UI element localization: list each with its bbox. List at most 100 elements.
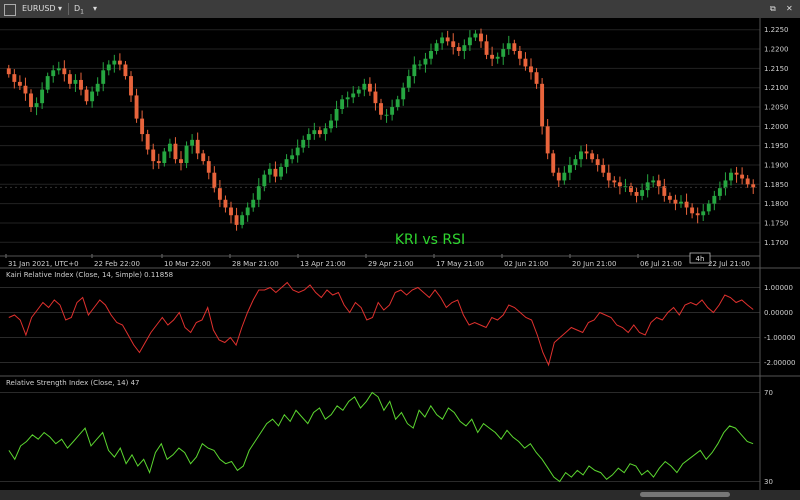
candle-body[interactable] — [573, 159, 578, 165]
candle-body[interactable] — [429, 50, 433, 59]
candle-body[interactable] — [667, 195, 672, 200]
candle-body[interactable] — [301, 139, 306, 148]
candle-body[interactable] — [612, 180, 617, 183]
candle-body[interactable] — [634, 192, 639, 196]
symbol-selector[interactable]: EURUSD — [22, 2, 56, 16]
candle-body[interactable] — [367, 83, 372, 92]
candle-body[interactable] — [340, 99, 345, 109]
candle-body[interactable] — [279, 166, 283, 177]
candle-body[interactable] — [567, 164, 572, 173]
candle-body[interactable] — [545, 126, 550, 154]
candle-body[interactable] — [401, 87, 406, 100]
candle-body[interactable] — [706, 203, 711, 212]
candle-body[interactable] — [190, 139, 195, 146]
candle-body[interactable] — [256, 186, 261, 200]
candle-body[interactable] — [17, 81, 22, 86]
candle-body[interactable] — [417, 64, 422, 66]
candle-body[interactable] — [729, 172, 733, 181]
candle-body[interactable] — [745, 178, 750, 185]
candle-body[interactable] — [467, 37, 472, 46]
candle-body[interactable] — [229, 207, 233, 216]
candle-body[interactable] — [617, 182, 622, 187]
candle-body[interactable] — [267, 168, 272, 175]
candle-body[interactable] — [695, 213, 700, 216]
candle-body[interactable] — [251, 199, 256, 208]
chart-area[interactable]: 1.2250 1.2200 1.2150 1.2100 1.2050 1.2000 1.19… — [0, 18, 800, 492]
candle-body[interactable] — [740, 174, 745, 179]
candle-body[interactable] — [484, 41, 489, 55]
candle-body[interactable] — [329, 120, 333, 129]
candle-body[interactable] — [362, 83, 367, 90]
candle-body[interactable] — [90, 91, 95, 102]
candle-body[interactable] — [56, 68, 61, 71]
candle-body[interactable] — [412, 64, 417, 77]
candle-body[interactable] — [240, 215, 245, 225]
candle-body[interactable] — [145, 134, 150, 150]
candle-body[interactable] — [523, 58, 528, 67]
candle-body[interactable] — [717, 188, 722, 196]
candle-body[interactable] — [84, 89, 89, 102]
scrollbar-thumb[interactable] — [640, 492, 730, 497]
candle-body[interactable] — [512, 43, 517, 51]
candle-body[interactable] — [167, 143, 172, 152]
timeframe-selector[interactable]: D1 — [74, 2, 84, 16]
candle-body[interactable] — [195, 139, 200, 154]
candle-body[interactable] — [29, 93, 33, 108]
candle-body[interactable] — [67, 74, 72, 84]
candle-body[interactable] — [379, 103, 383, 115]
candle-body[interactable] — [434, 43, 439, 51]
close-icon[interactable]: ✕ — [786, 2, 793, 16]
candle-body[interactable] — [34, 103, 39, 108]
candle-body[interactable] — [423, 58, 428, 65]
candle-body[interactable] — [579, 151, 583, 160]
candle-body[interactable] — [490, 54, 495, 59]
candle-body[interactable] — [445, 37, 450, 42]
candle-body[interactable] — [129, 76, 133, 96]
candle-body[interactable] — [306, 134, 311, 140]
candle-body[interactable] — [645, 182, 650, 191]
candle-body[interactable] — [540, 83, 545, 127]
candle-body[interactable] — [223, 199, 228, 208]
candle-body[interactable] — [529, 66, 533, 73]
candle-body[interactable] — [212, 172, 217, 189]
candle-body[interactable] — [40, 89, 45, 104]
candle-body[interactable] — [684, 201, 689, 208]
candle-body[interactable] — [590, 153, 595, 160]
candle-body[interactable] — [656, 180, 661, 187]
chart-canvas[interactable]: 1.2250 1.2200 1.2150 1.2100 1.2050 1.2000 1.19… — [0, 18, 800, 492]
candle-body[interactable] — [640, 190, 645, 196]
candle-body[interactable] — [534, 72, 539, 84]
candle-body[interactable] — [440, 37, 445, 44]
candle-body[interactable] — [345, 97, 350, 100]
candle-body[interactable] — [462, 45, 467, 51]
candle-body[interactable] — [701, 211, 706, 216]
candle-body[interactable] — [712, 195, 717, 204]
chevron-down-icon[interactable]: ▾ — [93, 2, 97, 16]
candle-body[interactable] — [384, 114, 389, 116]
candle-body[interactable] — [556, 172, 561, 181]
candle-body[interactable] — [6, 68, 11, 75]
candle-body[interactable] — [473, 33, 478, 38]
candle-body[interactable] — [101, 70, 106, 84]
chevron-down-icon[interactable]: ▾ — [58, 2, 62, 16]
candle-body[interactable] — [290, 155, 295, 160]
candle-body[interactable] — [73, 79, 78, 84]
candle-body[interactable] — [173, 143, 178, 160]
candle-body[interactable] — [201, 153, 206, 162]
candle-body[interactable] — [62, 68, 67, 75]
candle-body[interactable] — [134, 95, 139, 119]
candle-body[interactable] — [373, 91, 378, 104]
candle-body[interactable] — [217, 188, 222, 200]
candle-body[interactable] — [179, 159, 183, 164]
candle-body[interactable] — [162, 151, 167, 164]
candle-body[interactable] — [234, 215, 239, 225]
candle-body[interactable] — [151, 149, 156, 162]
candle-body[interactable] — [334, 108, 339, 121]
candle-body[interactable] — [606, 172, 611, 181]
candle-body[interactable] — [262, 174, 267, 187]
candle-body[interactable] — [584, 151, 589, 154]
candle-body[interactable] — [112, 60, 117, 65]
candle-body[interactable] — [106, 64, 111, 71]
candle-body[interactable] — [284, 159, 289, 167]
candle-body[interactable] — [123, 64, 128, 77]
